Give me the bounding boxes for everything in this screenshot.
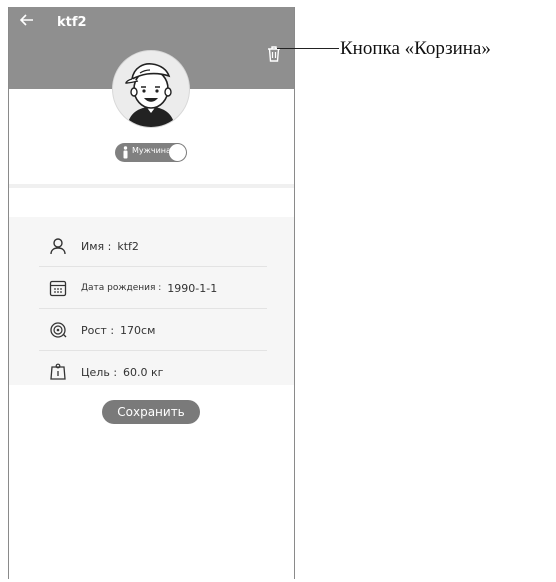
weight-icon <box>50 363 66 380</box>
profile-row-height[interactable]: Рост : 170см <box>39 309 267 351</box>
goal-label: Цель : <box>81 365 118 379</box>
delete-button-caption: Кнопка «Корзина» <box>340 38 491 59</box>
profile-row-name[interactable]: Имя : ktf2 <box>39 225 267 267</box>
profile-row-birthdate[interactable]: Дата рождения : 1990-1-1 <box>39 267 267 309</box>
height-label: Рост : <box>81 323 115 337</box>
section-divider <box>9 184 294 188</box>
avatar[interactable] <box>112 50 190 128</box>
goal-value: 60.0 кг <box>123 365 164 379</box>
gender-label: Мужчина <box>132 146 170 155</box>
back-button[interactable] <box>18 13 36 31</box>
app-screen: ktf2 Мужчина Имя: ktf2 Дата рождения: … <box>8 7 295 579</box>
height-icon <box>50 322 67 338</box>
arrow-left-icon <box>19 14 33 26</box>
birthdate-value: 1990-1-1 <box>167 281 218 295</box>
profile-row-goal[interactable]: Цель : 60.0 кг <box>39 351 267 393</box>
name-label: Имя : <box>81 239 112 253</box>
page-title: ktf2 <box>57 15 87 30</box>
male-icon <box>123 146 128 159</box>
gender-toggle[interactable]: Мужчина <box>115 143 187 162</box>
calendar-icon <box>49 280 67 297</box>
avatar-image <box>125 63 175 127</box>
callout-line <box>277 48 339 49</box>
birthdate-label: Дата рождения : <box>81 283 162 293</box>
height-value: 170см <box>120 323 156 337</box>
name-value: ktf2 <box>117 239 139 253</box>
toggle-knob[interactable] <box>169 144 186 161</box>
profile-info-panel: Имя : ktf2 Дата рождения : 1990-1-1 Рост… <box>9 217 294 385</box>
user-icon <box>50 238 66 255</box>
save-button[interactable]: Сохранить <box>102 400 200 424</box>
